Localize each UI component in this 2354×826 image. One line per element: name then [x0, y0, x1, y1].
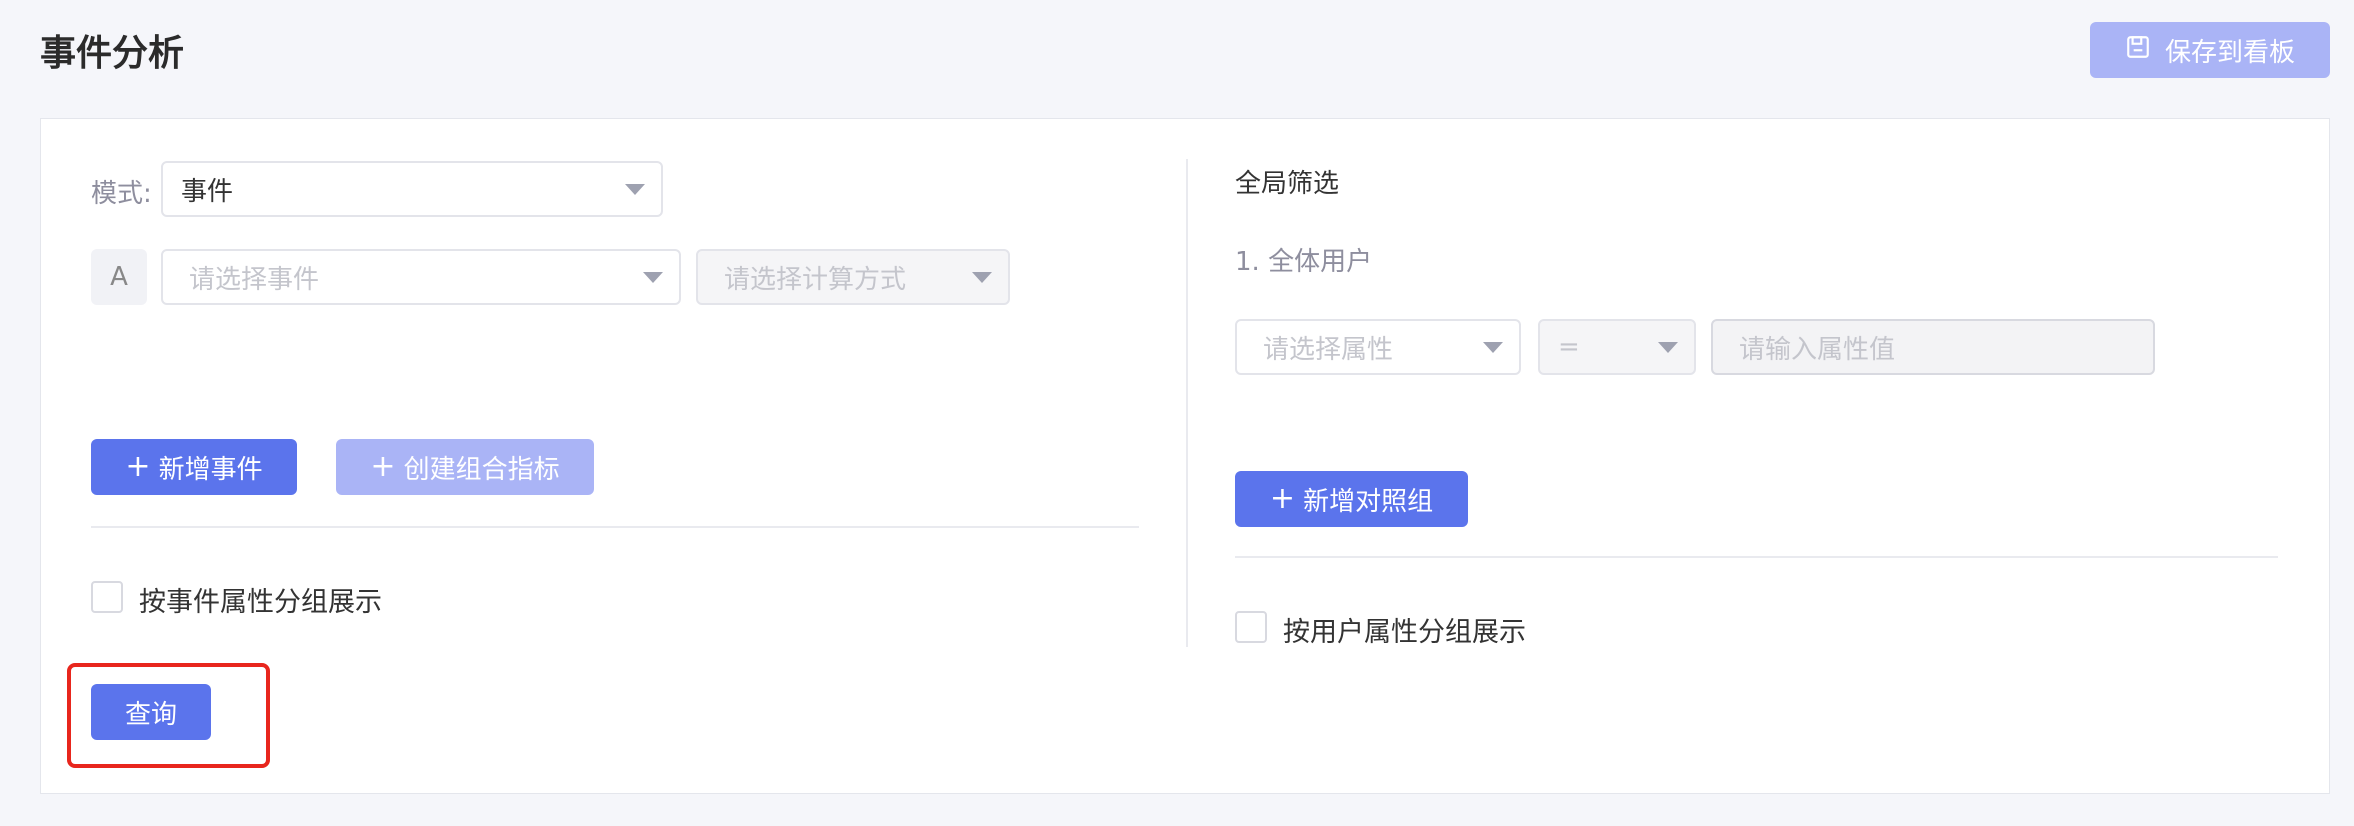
plus-icon: +: [370, 449, 396, 484]
panel-divider: [1186, 159, 1188, 647]
caret-down-icon: [1483, 342, 1503, 353]
event-select-placeholder: 请选择事件: [189, 264, 320, 295]
mode-select[interactable]: 事件: [161, 161, 663, 217]
operator-value: =: [1558, 332, 1580, 362]
right-divider: [1235, 556, 2278, 558]
event-select[interactable]: 请选择事件: [161, 249, 681, 305]
operator-select[interactable]: =: [1538, 319, 1696, 375]
event-badge: A: [91, 249, 147, 305]
filter-item: 1. 全体用户: [1235, 247, 1373, 277]
analysis-card: 模式: 事件 A 请选择事件 请选择计算方式 + 新增事件 + 创建组合指标 按…: [40, 118, 2330, 794]
query-highlight-box: [67, 663, 270, 768]
caret-down-icon: [625, 184, 645, 195]
plus-icon: +: [1269, 481, 1296, 516]
page-title: 事件分析: [40, 33, 185, 74]
group-by-event-label: 按事件属性分组展示: [139, 587, 382, 618]
save-button-label: 保存到看板: [2164, 37, 2295, 68]
mode-label: 模式:: [91, 179, 152, 209]
add-compare-label: 新增对照组: [1303, 486, 1434, 517]
add-event-label: 新增事件: [158, 454, 263, 485]
calc-method-placeholder: 请选择计算方式: [724, 264, 907, 295]
global-filter-title: 全局筛选: [1235, 169, 1340, 199]
mode-select-value: 事件: [181, 176, 234, 207]
group-by-user-checkbox[interactable]: [1235, 611, 1267, 643]
create-combo-metric-button[interactable]: + 创建组合指标: [336, 439, 594, 495]
property-value-input[interactable]: 请输入属性值: [1711, 319, 2155, 375]
save-icon: [2125, 34, 2151, 67]
plus-icon: +: [125, 449, 151, 484]
property-value-placeholder: 请输入属性值: [1739, 334, 1896, 365]
property-select[interactable]: 请选择属性: [1235, 319, 1521, 375]
property-select-placeholder: 请选择属性: [1263, 334, 1394, 365]
save-to-dashboard-button[interactable]: 保存到看板: [2090, 22, 2330, 78]
left-divider: [91, 526, 1139, 528]
create-combo-label: 创建组合指标: [403, 454, 560, 485]
group-by-event-checkbox[interactable]: [91, 581, 123, 613]
caret-down-icon: [972, 272, 992, 283]
caret-down-icon: [1658, 342, 1678, 353]
calc-method-select[interactable]: 请选择计算方式: [696, 249, 1010, 305]
add-event-button[interactable]: + 新增事件: [91, 439, 297, 495]
add-compare-group-button[interactable]: + 新增对照组: [1235, 471, 1468, 527]
caret-down-icon: [643, 272, 663, 283]
group-by-user-label: 按用户属性分组展示: [1283, 617, 1526, 648]
